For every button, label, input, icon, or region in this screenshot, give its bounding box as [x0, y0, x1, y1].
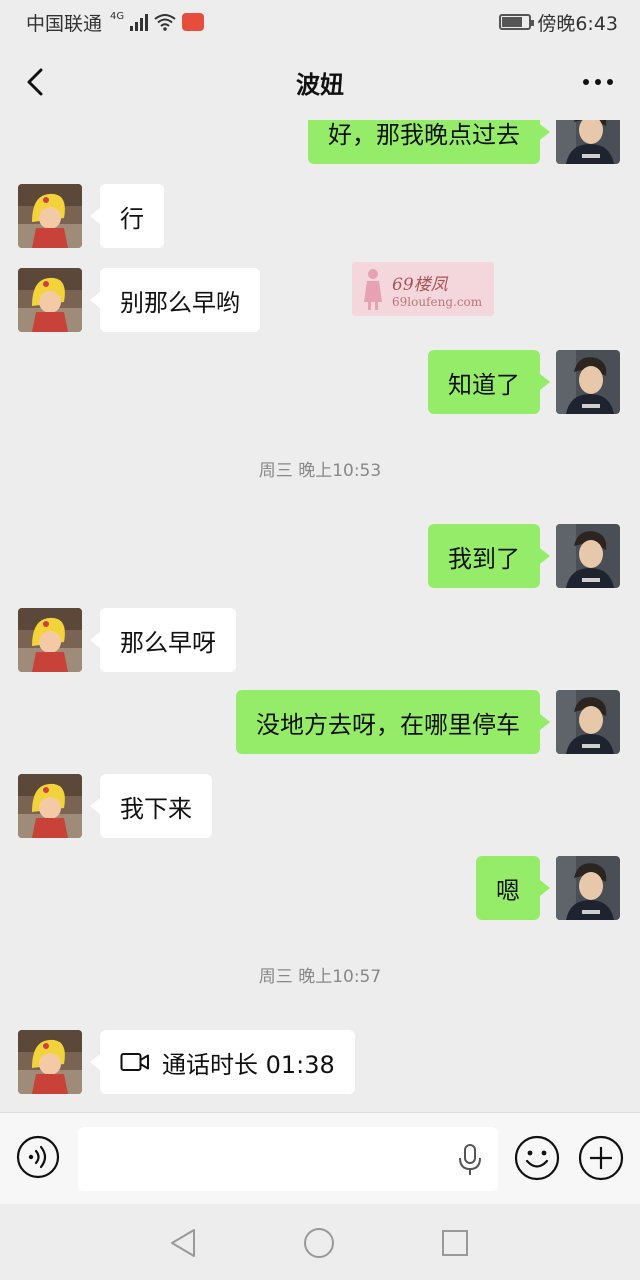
received-message-bubble[interactable]: 那么早呀 [90, 608, 236, 672]
received-message-bubble[interactable]: 别那么早哟 [90, 268, 260, 332]
watermark-text: 69楼凤 69loufeng.com [392, 270, 482, 309]
sent-message-bubble[interactable]: 好，那我晚点过去 [308, 120, 550, 164]
message-input[interactable] [78, 1127, 498, 1191]
system-nav-bar [0, 1204, 640, 1280]
sent-message-bubble[interactable]: 知道了 [428, 350, 550, 414]
call-duration-text: 通话时长 01:38 [162, 1050, 335, 1079]
message-text: 别那么早哟 [120, 288, 240, 317]
battery-icon [499, 14, 535, 30]
message-text: 行 [120, 204, 144, 233]
voice-icon[interactable] [16, 1135, 60, 1179]
call-record-bubble[interactable]: 通话时长 01:38 [90, 1030, 355, 1094]
sent-message-bubble[interactable]: 我到了 [428, 524, 550, 588]
status-bar: 中国联通 4G 傍晚6:43 [0, 0, 640, 44]
status-right: 傍晚6:43 [499, 9, 618, 36]
signal-icon [130, 13, 149, 31]
sent-message-bubble[interactable]: 没地方去呀，在哪里停车 [236, 690, 550, 754]
contact-avatar[interactable] [18, 184, 82, 248]
nav-home-icon[interactable] [302, 1226, 336, 1260]
contact-avatar[interactable] [18, 1030, 82, 1094]
chat-header: 波妞 [0, 44, 640, 120]
chat-title: 波妞 [296, 70, 344, 99]
received-message-bubble[interactable]: 我下来 [90, 774, 212, 838]
my-avatar[interactable] [556, 690, 620, 754]
carrier-label: 中国联通 [26, 12, 103, 35]
status-left: 中国联通 4G [26, 9, 205, 36]
more-dots-icon[interactable] [578, 64, 618, 100]
microphone-icon[interactable] [456, 1143, 484, 1177]
watermark: 69楼凤 69loufeng.com [352, 262, 494, 316]
my-avatar[interactable] [556, 350, 620, 414]
video-call-icon [120, 1052, 150, 1072]
watermark-title: 69楼凤 [392, 274, 448, 295]
watermark-url: 69loufeng.com [392, 294, 483, 309]
contact-avatar[interactable] [18, 608, 82, 672]
sent-message-bubble[interactable]: 嗯 [476, 856, 550, 920]
timestamp: 周三 晚上10:53 [258, 461, 382, 481]
timestamp: 周三 晚上10:57 [258, 967, 382, 987]
message-text: 嗯 [496, 876, 520, 905]
message-text: 知道了 [448, 370, 520, 399]
battery-fill [502, 17, 523, 27]
message-text: 我到了 [448, 544, 520, 573]
message-text: 没地方去呀，在哪里停车 [256, 710, 520, 739]
nav-recent-icon[interactable] [440, 1228, 470, 1258]
my-avatar[interactable] [556, 856, 620, 920]
input-bar [0, 1112, 640, 1204]
received-message-bubble[interactable]: 行 [90, 184, 164, 248]
chevron-left-icon[interactable] [18, 62, 58, 102]
nav-back-icon[interactable] [168, 1226, 200, 1260]
contact-avatar[interactable] [18, 774, 82, 838]
woman-figure-icon [364, 269, 382, 310]
my-avatar[interactable] [556, 524, 620, 588]
my-avatar[interactable] [556, 120, 620, 164]
notification-badge-icon [182, 13, 205, 31]
network-type: 4G [110, 10, 125, 22]
message-text: 我下来 [120, 794, 192, 823]
clock: 傍晚6:43 [537, 12, 618, 35]
emoji-icon[interactable] [514, 1135, 560, 1181]
message-text: 好，那我晚点过去 [328, 120, 520, 149]
wifi-icon [154, 14, 176, 31]
plus-icon[interactable] [578, 1135, 624, 1181]
message-text: 那么早呀 [120, 628, 216, 657]
message-list[interactable]: 好，那我晚点过去行别那么早哟知道了周三 晚上10:53 我到了那么早呀没地方去呀，… [0, 120, 640, 1110]
contact-avatar[interactable] [18, 268, 82, 332]
